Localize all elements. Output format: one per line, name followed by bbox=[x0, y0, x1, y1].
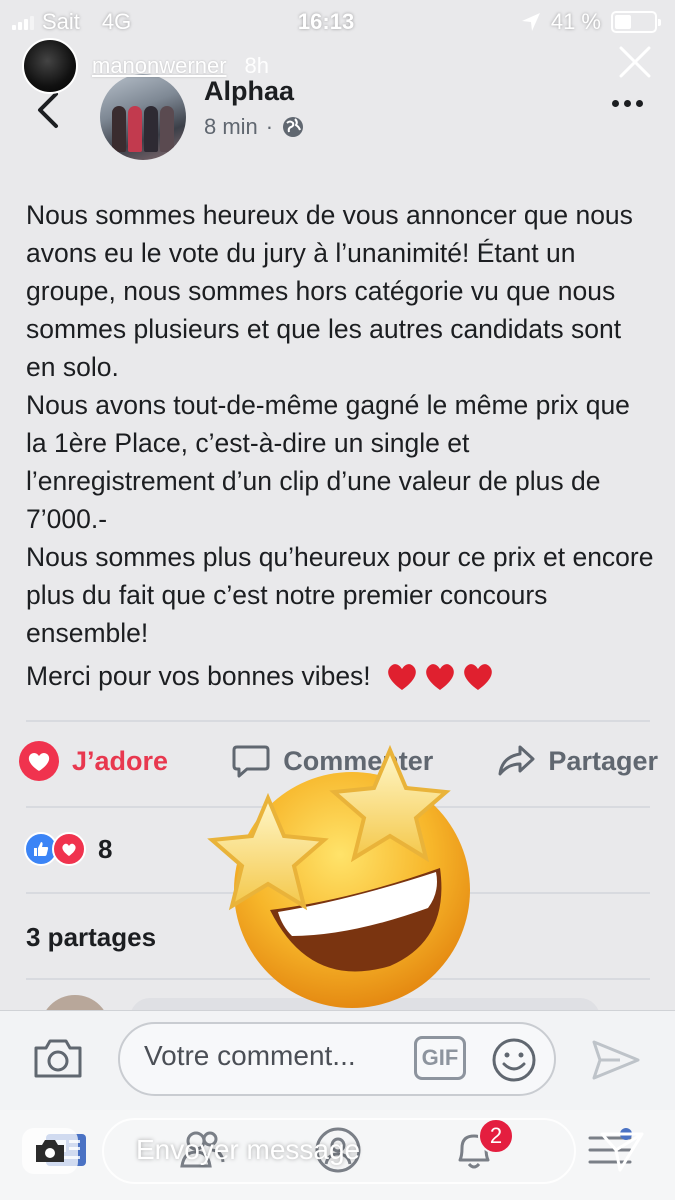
story-author[interactable]: manonwerner 8h bbox=[22, 38, 269, 94]
comment-placeholder: Votre comment... bbox=[144, 1040, 356, 1071]
post-meta: 8 min · bbox=[204, 114, 305, 140]
direct-message-icon[interactable] bbox=[598, 1126, 646, 1174]
post-paragraph: Nous sommes heureux de vous annoncer que… bbox=[26, 200, 633, 382]
clock: 16:13 bbox=[297, 9, 355, 34]
camera-icon[interactable] bbox=[32, 1036, 84, 1080]
meta-separator: · bbox=[265, 114, 274, 139]
globe-icon bbox=[283, 117, 304, 137]
network-type: 4G bbox=[101, 9, 132, 34]
red-heart-emoji bbox=[387, 664, 416, 690]
close-icon[interactable] bbox=[615, 42, 655, 82]
story-username[interactable]: manonwerner bbox=[92, 53, 227, 79]
emoji-icon[interactable] bbox=[490, 1036, 538, 1084]
story-avatar[interactable] bbox=[22, 38, 78, 94]
post-thanks-line: Merci pour vos bonnes vibes! bbox=[26, 660, 495, 692]
love-label: J’adore bbox=[72, 745, 169, 776]
reaction-summary[interactable]: 8 bbox=[24, 832, 112, 866]
star-struck-emoji-sticker[interactable] bbox=[200, 740, 490, 1010]
carrier-info: Sait 4G bbox=[12, 9, 131, 35]
share-label: Partager bbox=[548, 745, 658, 776]
share-arrow-icon bbox=[498, 745, 535, 776]
red-heart-emoji bbox=[463, 664, 492, 690]
post-paragraph: Nous avons tout-de-même gagné le même pr… bbox=[26, 390, 630, 534]
battery-icon bbox=[611, 11, 661, 33]
story-reply-placeholder: Envoyer message bbox=[136, 1134, 361, 1165]
divider bbox=[26, 720, 650, 722]
more-options-icon[interactable] bbox=[612, 100, 643, 107]
love-reaction-icon bbox=[52, 832, 86, 866]
story-camera-button[interactable] bbox=[22, 1128, 78, 1174]
story-time: 8h bbox=[244, 53, 269, 78]
battery-percent: 41 % bbox=[550, 9, 601, 34]
post-thanks: Merci pour vos bonnes vibes! bbox=[26, 660, 371, 691]
love-reaction-icon bbox=[19, 741, 59, 781]
hearts-group bbox=[385, 660, 495, 692]
post-time: 8 min bbox=[204, 114, 258, 139]
location-arrow-icon bbox=[521, 13, 540, 31]
back-chevron-icon[interactable] bbox=[34, 90, 64, 130]
camera-icon bbox=[36, 1140, 64, 1162]
love-button[interactable]: J’adore bbox=[18, 740, 168, 782]
post-paragraph: Nous sommes plus qu’heureux pour ce prix… bbox=[26, 542, 654, 648]
battery-fill bbox=[615, 15, 631, 29]
share-count[interactable]: 3 partages bbox=[26, 922, 156, 953]
send-icon[interactable] bbox=[590, 1034, 642, 1086]
gif-button[interactable]: GIF bbox=[414, 1036, 466, 1080]
carrier-name: Sait bbox=[42, 9, 80, 34]
reaction-count: 8 bbox=[98, 833, 113, 864]
share-button[interactable]: Partager bbox=[496, 741, 658, 781]
post-body: Nous sommes heureux de vous annoncer que… bbox=[26, 196, 656, 652]
red-heart-emoji bbox=[425, 664, 454, 690]
signal-icon bbox=[12, 14, 34, 30]
